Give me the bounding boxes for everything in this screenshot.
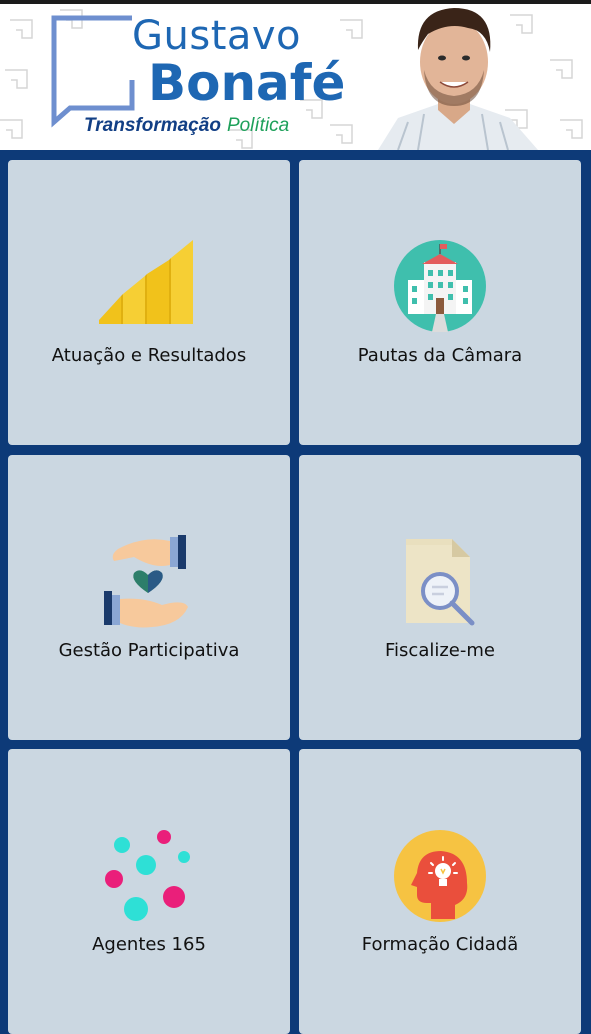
tile-pautas-camara[interactable]: Pautas da Câmara: [299, 160, 581, 445]
head-idea-icon: [394, 830, 486, 922]
menu-grid: Atuação e Resultados Pautas da Câmara Ge…: [8, 160, 583, 1034]
brand-first-name: Gustavo: [132, 13, 302, 59]
tagline-part1: Transformação: [84, 115, 221, 136]
tile-formacao-cidada[interactable]: Formação Cidadã: [299, 749, 581, 1034]
tile-label: Gestão Participativa: [58, 640, 240, 661]
logo-frame-icon: [51, 15, 135, 128]
header-banner: Gustavo Bonafé Transformação Política: [0, 0, 591, 150]
tile-label: Fiscalize-me: [385, 640, 495, 661]
bar-growth-icon: [99, 240, 193, 324]
tile-label: Formação Cidadã: [361, 934, 519, 955]
tile-agentes-165[interactable]: Agentes 165: [8, 749, 290, 1034]
document-search-icon: [406, 539, 475, 626]
tagline-part2: Política: [226, 115, 290, 136]
hands-heart-icon: [104, 535, 188, 628]
city-hall-icon: [394, 240, 486, 332]
tile-label: Agentes 165: [92, 934, 206, 955]
dots-network-icon: [105, 830, 190, 921]
tagline: Transformação Política: [84, 116, 289, 135]
portrait-photo: [378, 8, 538, 150]
tile-fiscalize-me[interactable]: Fiscalize-me: [299, 455, 581, 740]
tile-gestao-participativa[interactable]: Gestão Participativa: [8, 455, 290, 740]
tile-label: Pautas da Câmara: [357, 345, 523, 366]
tile-atuacao-resultados[interactable]: Atuação e Resultados: [8, 160, 290, 445]
brand-last-name: Bonafé: [148, 54, 346, 112]
tile-label: Atuação e Resultados: [51, 345, 247, 366]
